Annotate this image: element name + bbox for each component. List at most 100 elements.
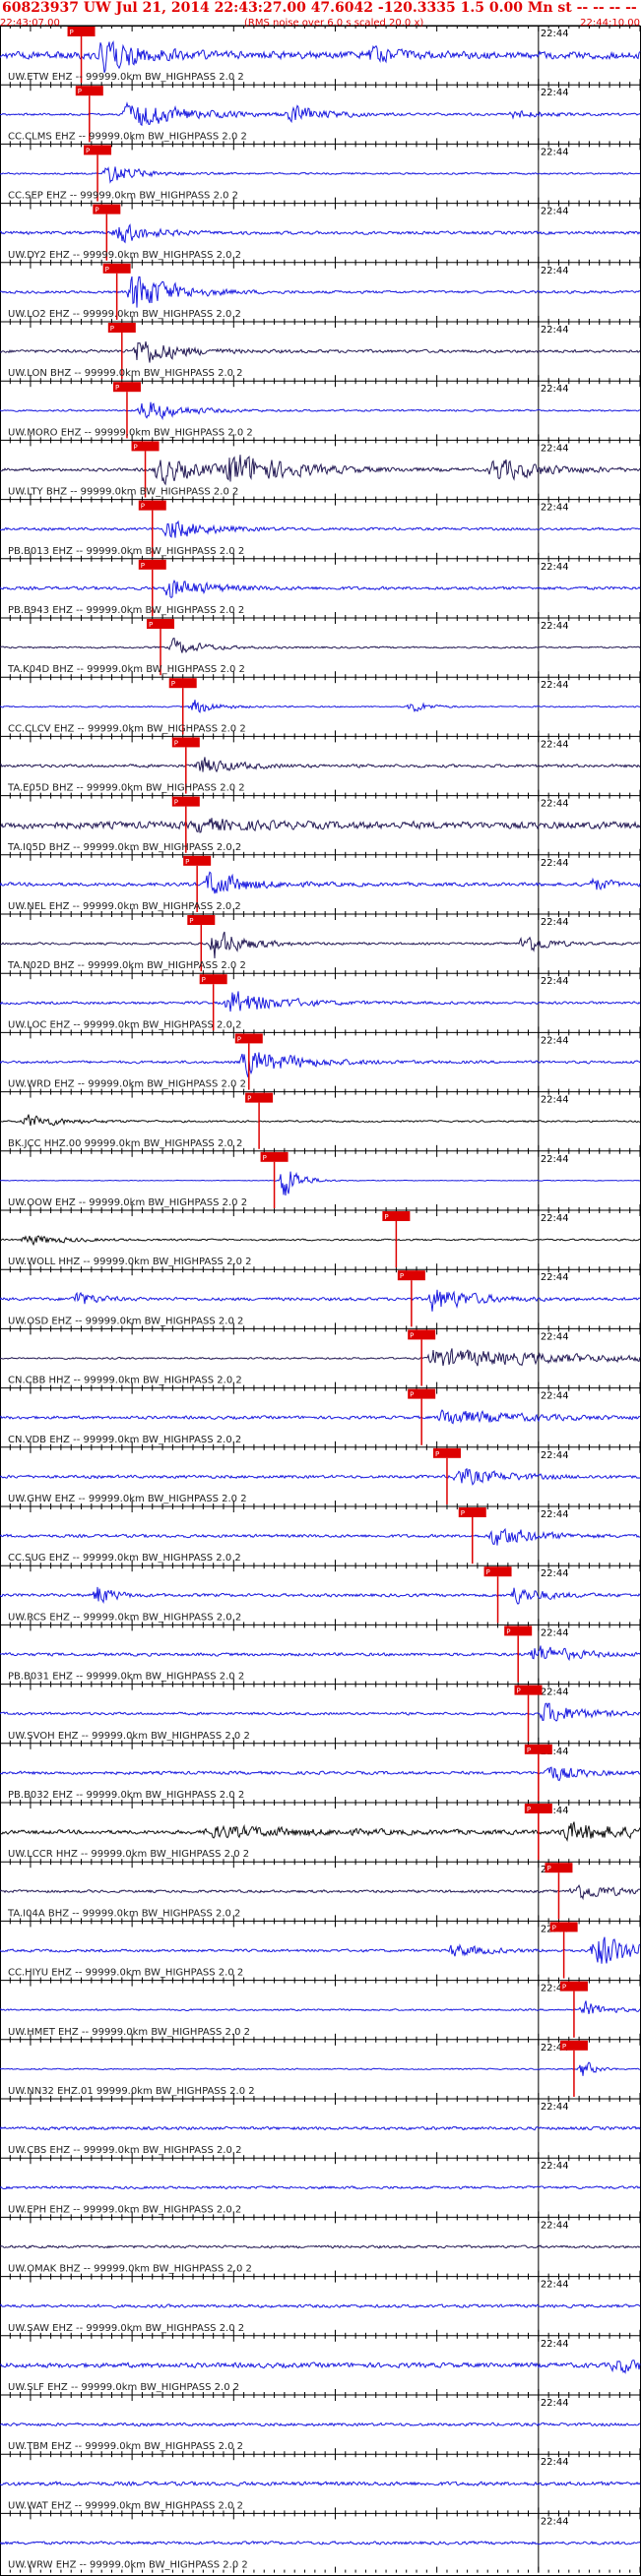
trace-32: 22:44PCC.HIYU EHZ -- 99999.0km BW_HIGHPA… xyxy=(0,1920,641,1981)
minute-marker-label: 22:44 xyxy=(541,799,569,810)
phase-pick: P xyxy=(483,1566,512,1624)
minute-marker-label: 22:44 xyxy=(541,443,569,454)
minute-marker-label: 22:44 xyxy=(541,384,569,395)
trace-17: 22:44 P UW.WRD EHZ -- 99999.0km BW_HIGHPAS… xyxy=(0,1031,641,1092)
trace-36: 22:44UW.EPH EHZ -- 99999.0km BW_HIGHPASS… xyxy=(0,2157,641,2218)
waveform xyxy=(0,1702,641,1722)
minute-marker-label: 22:44 xyxy=(541,1154,569,1165)
pick-label: P xyxy=(486,1568,490,1576)
pick-label: P xyxy=(517,1687,521,1695)
waveform xyxy=(0,455,641,486)
trace-3: 22:44 P UW.DY2 EHZ -- 99999.0km BW_HIGHPAS… xyxy=(0,203,641,263)
minute-marker-label: 22:44 xyxy=(541,858,569,869)
waveform xyxy=(0,1409,641,1425)
phase-pick: P xyxy=(524,1744,552,1801)
trace-label: TA.K04D BHZ -- 99999.0km BW_HIGHPASS 2.0… xyxy=(7,664,245,675)
minute-marker-label: 22:44 xyxy=(541,1213,569,1224)
minute-marker-label: 22:44 xyxy=(541,1272,569,1283)
pick-label: P xyxy=(171,680,175,688)
trace-6: 22:44 P UW.MORO EHZ -- 99999.0km BW_HIGHPA… xyxy=(0,380,641,441)
pick-label: P xyxy=(174,799,178,807)
waveform xyxy=(0,1586,641,1605)
minute-marker-label: 22:44 xyxy=(541,1095,569,1106)
waveform xyxy=(0,991,641,1012)
waveform xyxy=(0,166,641,184)
trace-label: UW.MORO EHZ -- 99999.0km BW_HIGHPASS 2.0… xyxy=(8,427,253,438)
minute-marker-label: 22:44 xyxy=(541,207,569,217)
trace-24: 22:44 P UW.GHW EHZ -- 99999.0km BW_HIGHPAS… xyxy=(0,1446,641,1506)
pick-label: P xyxy=(174,739,178,747)
trace-16: 22:44 P UW.LOC EHZ -- 99999.0km BW_HIGHPAS… xyxy=(0,972,641,1033)
waveform xyxy=(0,871,641,894)
trace-35: 22:44 UW.CBS EHZ -- 99999.0km BW_HIGHPASS… xyxy=(0,2098,641,2159)
trace-label: UW.LTY BHZ -- 99999.0km BW_HIGHPASS 2.0 … xyxy=(8,487,238,498)
trace-13: 22:44 P TA.I05D BHZ -- 99999.0km BW_HIGHPA… xyxy=(0,795,641,855)
trace-label: UW.ETW EHZ -- 99999.0km BW_HIGHPASS 2.0 … xyxy=(8,72,244,83)
waveform xyxy=(0,818,641,833)
trace-label: UW.NN32 EHZ.01 99999.0km BW_HIGHPASS 2.0… xyxy=(8,2086,255,2097)
pick-label: P xyxy=(185,858,189,866)
waveform xyxy=(0,341,641,363)
trace-label: TA.N02D BHZ -- 99999.0km BW_HIGHPASS 2.0… xyxy=(7,960,246,971)
pick-label: P xyxy=(86,147,90,154)
trace-label: PB.B031 EHZ -- 99999.0km BW_HIGHPASS 2.0… xyxy=(8,1672,244,1683)
waveform xyxy=(0,2125,641,2131)
trace-1: 22:44 P CC.CLMS EHZ -- 99999.0km BW_HIGHPA… xyxy=(0,84,641,145)
trace-11: 22:44 P CC.CLCV EHZ -- 99999.0km BW_HIGHPA… xyxy=(0,676,641,737)
minute-marker-label: 22:44 xyxy=(541,1391,569,1402)
trace-label: CC.HIYU EHZ -- 99999.0km BW_HIGHPASS 2.0… xyxy=(8,1968,243,1979)
minute-marker-label: 22:44 xyxy=(541,2102,569,2113)
waveform xyxy=(0,1289,641,1312)
trace-21: 22:44 P UW.OSD EHZ -- 99999.0km BW_HIGHPAS… xyxy=(0,1268,641,1329)
pick-label: P xyxy=(202,976,206,984)
trace-label: PB.B013 EHZ -- 99999.0km BW_HIGHPASS 2.0… xyxy=(8,546,244,557)
pick-label: P xyxy=(506,1627,510,1635)
pick-label: P xyxy=(141,503,145,511)
waveform xyxy=(0,1821,641,1843)
pick-label: P xyxy=(400,1272,404,1280)
trace-label: UW.WOLL HHZ -- 99999.0km BW_HIGHPASS 2.0… xyxy=(8,1257,252,1267)
trace-25: 22:44 P CC.SUG EHZ -- 99999.0km BW_HIGHPAS… xyxy=(0,1505,641,1566)
waveform xyxy=(0,1467,641,1486)
pick-label: P xyxy=(110,325,114,333)
trace-label: CC.SEP EHZ -- 99999.0km BW_HIGHPASS 2.0 … xyxy=(8,191,238,202)
trace-31: 22:44PTA.I04A BHZ -- 99999.0km BW_HIGHPA… xyxy=(0,1861,641,1922)
waveform xyxy=(0,700,641,713)
waveform xyxy=(0,757,641,773)
trace-29: 22:44PPB.B032 EHZ -- 99999.0km BW_HIGHPA… xyxy=(0,1743,641,1803)
trace-label: PB.B032 EHZ -- 99999.0km BW_HIGHPASS 2.0… xyxy=(8,1790,244,1801)
waveform xyxy=(0,1171,641,1196)
trace-12: 22:44 P TA.E05D BHZ -- 99999.0km BW_HIGHPA… xyxy=(0,735,641,796)
trace-15: 22:44 P TA.N02D BHZ -- 99999.0km BW_HIGHPA… xyxy=(0,913,641,974)
minute-marker-label: 22:44 xyxy=(541,1568,569,1579)
waveform xyxy=(0,1235,641,1247)
trace-label: UW.GHW EHZ -- 99999.0km BW_HIGHPASS 2.0 … xyxy=(8,1494,247,1504)
trace-2: 22:44 P CC.SEP EHZ -- 99999.0km BW_HIGHPAS… xyxy=(0,143,641,204)
pick-label: P xyxy=(562,2043,566,2051)
trace-label: CN.CBB HHZ -- 99999.0km BW_HIGHPASS 2.0 … xyxy=(8,1376,242,1386)
pick-label: P xyxy=(141,562,145,570)
trace-label: UW.LOC EHZ -- 99999.0km BW_HIGHPASS 2.0 … xyxy=(8,1019,242,1030)
minute-marker-label: 22:44 xyxy=(541,1331,569,1342)
minute-marker-label: 22:44 xyxy=(541,1687,569,1698)
trace-label: CC.CLMS EHZ -- 99999.0km BW_HIGHPASS 2.0… xyxy=(8,131,247,142)
waveform xyxy=(0,101,641,127)
trace-label: UW.NEL EHZ -- 99999.0km BW_HIGHPASS 2.0 … xyxy=(8,901,241,912)
trace-27: 22:44 P PB.B031 EHZ -- 99999.0km BW_HIGHPA… xyxy=(0,1624,641,1685)
minute-marker-label: 22:44 xyxy=(541,503,569,514)
trace-label: CC.CLCV EHZ -- 99999.0km BW_HIGHPASS 2.0… xyxy=(8,723,246,734)
trace-label: UW.LCCR HHZ -- 99999.0km BW_HIGHPASS 2.0… xyxy=(8,1849,249,1860)
pick-label: P xyxy=(78,88,82,95)
waveform xyxy=(0,1527,641,1546)
trace-label: CC.SUG EHZ -- 99999.0km BW_HIGHPASS 2.0 … xyxy=(8,1553,241,1564)
waveform xyxy=(0,1645,641,1662)
pick-label: P xyxy=(410,1391,414,1399)
pick-label: P xyxy=(263,1154,267,1162)
trace-19: 22:44 P UW.OOW EHZ -- 99999.0km BW_HIGHPAS… xyxy=(0,1150,641,1210)
minute-marker-label: 22:44 xyxy=(541,1450,569,1461)
pick-label: P xyxy=(105,266,109,274)
pick-label: P xyxy=(461,1509,465,1517)
minute-marker-label: 22:44 xyxy=(541,917,569,928)
trace-label: UW.CBS EHZ -- 99999.0km BW_HIGHPASS 2.0 … xyxy=(8,2145,241,2156)
trace-5: 22:44 P UW.LON BHZ -- 99999.0km BW_HIGHPAS… xyxy=(0,321,641,382)
